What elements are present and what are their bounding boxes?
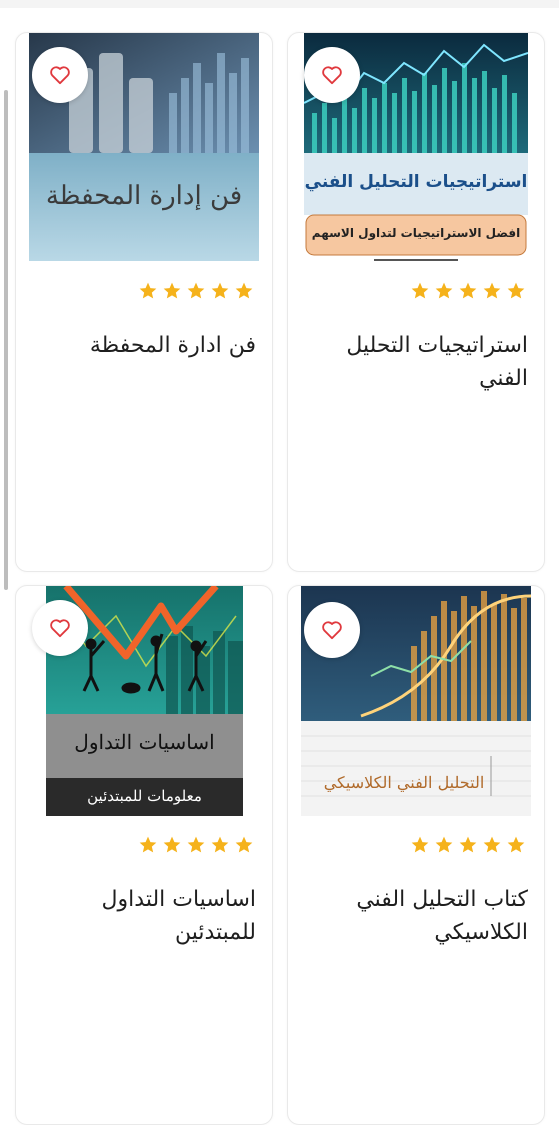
- star-icon: [138, 835, 158, 855]
- star-icon: [410, 835, 430, 855]
- product-title[interactable]: اساسيات التداول للمبتدئين: [36, 883, 256, 949]
- cover-title: التحليل الفني الكلاسيكي: [323, 773, 485, 792]
- star-icon: [458, 835, 478, 855]
- product-card[interactable]: اساسيات التداول معلومات للمبتدئين اساسيا…: [15, 585, 273, 1125]
- rating-stars: [410, 281, 526, 301]
- cover-subtitle: افضل الاستراتيجيات لتداول الاسهم: [311, 226, 521, 240]
- product-card[interactable]: فن إدارة المحفظة فن ادارة المحفظة: [15, 32, 273, 572]
- favorite-button[interactable]: [32, 47, 88, 103]
- favorite-button[interactable]: [304, 47, 360, 103]
- star-icon: [186, 281, 206, 301]
- star-icon: [234, 835, 254, 855]
- cover-subtitle: معلومات للمبتدئين: [87, 787, 202, 805]
- heart-icon: [322, 66, 342, 85]
- heart-icon: [50, 66, 70, 85]
- star-icon: [234, 281, 254, 301]
- star-icon: [162, 835, 182, 855]
- star-icon: [506, 281, 526, 301]
- product-card[interactable]: التحليل الفني الكلاسيكي كتاب التحليل الف…: [287, 585, 545, 1125]
- star-icon: [434, 281, 454, 301]
- heart-icon: [50, 619, 70, 638]
- heart-icon: [322, 621, 342, 640]
- cover-title: اساسيات التداول: [74, 730, 215, 754]
- cover-title: فن إدارة المحفظة: [45, 181, 243, 211]
- star-icon: [210, 835, 230, 855]
- rating-stars: [138, 281, 254, 301]
- product-title[interactable]: فن ادارة المحفظة: [36, 329, 256, 362]
- star-icon: [138, 281, 158, 301]
- star-icon: [162, 281, 182, 301]
- star-icon: [186, 835, 206, 855]
- star-icon: [410, 281, 430, 301]
- cover-title: استراتيجيات التحليل الفني: [304, 172, 528, 192]
- product-card[interactable]: استراتيجيات التحليل الفني افضل الاستراتي…: [287, 32, 545, 572]
- star-icon: [482, 835, 502, 855]
- favorite-button[interactable]: [32, 600, 88, 656]
- rating-stars: [138, 835, 254, 855]
- product-title[interactable]: استراتيجيات التحليل الفني: [308, 329, 528, 395]
- product-title[interactable]: كتاب التحليل الفني الكلاسيكي: [308, 883, 528, 949]
- scrollbar[interactable]: [4, 90, 8, 590]
- rating-stars: [410, 835, 526, 855]
- favorite-button[interactable]: [304, 602, 360, 658]
- star-icon: [434, 835, 454, 855]
- top-divider: [0, 0, 559, 8]
- star-icon: [458, 281, 478, 301]
- star-icon: [482, 281, 502, 301]
- star-icon: [210, 281, 230, 301]
- star-icon: [506, 835, 526, 855]
